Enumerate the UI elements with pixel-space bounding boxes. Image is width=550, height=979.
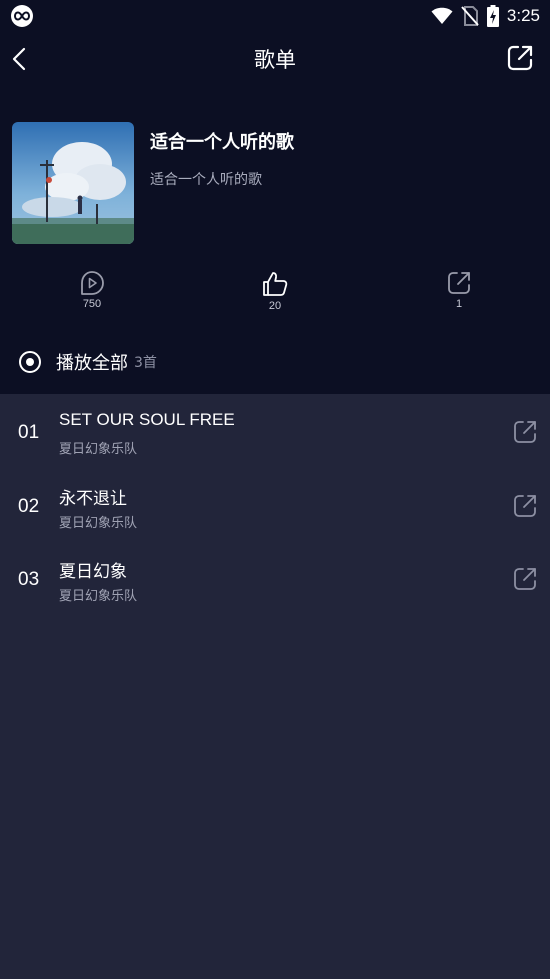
play-all-button[interactable]: 播放全部 3首 (18, 347, 157, 377)
share-count-button[interactable]: 1 (429, 270, 489, 310)
play-count-button[interactable]: 750 (62, 270, 122, 310)
share-icon (448, 272, 470, 294)
battery-charging-icon (486, 5, 499, 27)
status-bar: 3:25 (0, 0, 550, 32)
wifi-icon (431, 7, 453, 25)
play-count: 750 (82, 298, 102, 310)
like-count: 20 (268, 300, 282, 312)
song-row[interactable]: 02 永不退让 夏日幻象乐队 (0, 468, 550, 542)
share-icon[interactable] (504, 42, 536, 74)
playlist-description: 适合一个人听的歌 (150, 172, 262, 188)
clock: 3:25 (506, 6, 540, 25)
like-button[interactable]: 20 (245, 270, 305, 312)
song-index: 03 (18, 569, 40, 590)
no-sim-icon (461, 6, 479, 26)
thumbs-up-icon (263, 272, 288, 296)
play-icon (81, 271, 104, 295)
share-count: 1 (455, 298, 463, 310)
play-all-label: 播放全部 (56, 353, 128, 374)
song-row[interactable]: 03 夏日幻象 夏日幻象乐队 (0, 541, 550, 615)
song-count: 3首 (134, 355, 157, 371)
share-icon[interactable] (512, 566, 538, 592)
song-title: 永不退让 (59, 488, 127, 508)
album-cover-image[interactable] (12, 122, 134, 244)
share-icon[interactable] (512, 419, 538, 445)
song-title: SET OUR SOUL FREE (59, 410, 235, 429)
infinity-icon (11, 5, 33, 27)
share-icon[interactable] (512, 493, 538, 519)
song-artist: 夏日幻象乐队 (59, 589, 138, 604)
nav-bar: 歌单 (0, 34, 550, 84)
page-title: 歌单 (254, 48, 296, 72)
song-row[interactable]: 01 SET OUR SOUL FREE 夏日幻象乐队 (0, 394, 550, 468)
playlist-title: 适合一个人听的歌 (150, 132, 294, 153)
song-artist: 夏日幻象乐队 (59, 442, 138, 457)
song-index: 01 (18, 422, 40, 443)
song-list: 01 SET OUR SOUL FREE 夏日幻象乐队 02 永不退让 夏日幻象… (0, 394, 550, 615)
play-circle-icon (19, 351, 41, 373)
song-artist: 夏日幻象乐队 (59, 515, 138, 531)
song-title: 夏日幻象 (59, 562, 127, 581)
song-index: 02 (18, 495, 40, 517)
